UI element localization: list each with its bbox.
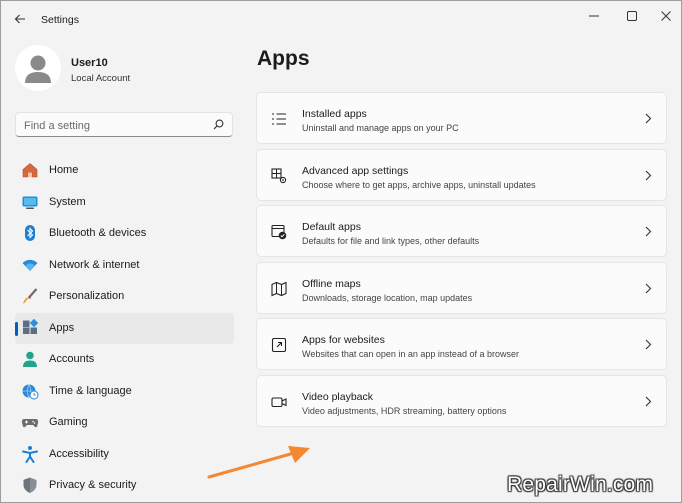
sidebar-item-label: Home xyxy=(49,164,79,176)
default-apps-icon xyxy=(270,223,288,241)
close-button[interactable] xyxy=(643,1,681,31)
card-title: Installed apps xyxy=(302,108,367,120)
card-title: Apps for websites xyxy=(302,334,385,347)
window-title: Settings xyxy=(41,14,79,26)
accounts-icon xyxy=(21,350,39,368)
card-apps-for-websites[interactable]: Apps for websites Websites that can open… xyxy=(256,318,667,371)
sidebar-item-label: Time & language xyxy=(49,384,132,397)
back-button[interactable] xyxy=(10,9,30,29)
accessibility-icon xyxy=(21,445,39,463)
sidebar-item-accounts[interactable]: Accounts xyxy=(15,344,234,376)
sidebar-item-label: Gaming xyxy=(49,416,88,428)
search-box[interactable] xyxy=(15,112,233,137)
sidebar-item-system[interactable]: System xyxy=(15,187,234,219)
title-bar: Settings xyxy=(1,1,681,37)
network-icon xyxy=(21,256,39,274)
sidebar-item-label: Network & internet xyxy=(49,258,140,271)
chevron-right-icon xyxy=(645,339,652,350)
sidebar-item-label: System xyxy=(49,195,86,208)
sidebar-item-home[interactable]: Home xyxy=(15,155,234,187)
sidebar-item-network[interactable]: Network & internet xyxy=(15,250,234,282)
chevron-right-icon xyxy=(645,283,652,294)
sidebar-nav: Home System Bluetooth & devices Network … xyxy=(15,155,234,502)
sidebar-item-label: Accounts xyxy=(49,353,95,365)
card-description: Downloads, storage location, map updates xyxy=(302,292,473,303)
account-type: Local Account xyxy=(71,73,131,84)
apps-icon xyxy=(21,318,39,337)
card-default-apps[interactable]: Default apps Defaults for file and link … xyxy=(256,205,667,258)
sidebar-item-accessibility[interactable]: Accessibility xyxy=(15,439,234,471)
settings-cards: Installed apps Uninstall and manage apps… xyxy=(256,92,667,432)
card-title: Video playback xyxy=(302,390,374,403)
chevron-right-icon xyxy=(645,396,652,407)
maximize-icon xyxy=(627,11,637,21)
card-title: Advanced app settings xyxy=(302,164,409,177)
back-arrow-icon xyxy=(14,14,25,24)
map-icon xyxy=(270,280,288,298)
sidebar-item-label: Privacy & security xyxy=(49,479,137,491)
list-icon xyxy=(270,110,288,128)
bluetooth-icon xyxy=(21,224,39,242)
page-title: Apps xyxy=(257,47,310,70)
brush-icon xyxy=(21,287,39,305)
card-description: Video adjustments, HDR streaming, batter… xyxy=(302,405,507,416)
card-description: Uninstall and manage apps on your PC xyxy=(302,123,459,133)
user-name: User10 xyxy=(71,57,108,69)
card-title: Default apps xyxy=(302,221,361,234)
avatar[interactable] xyxy=(15,45,61,91)
sidebar-item-label: Personalization xyxy=(49,290,125,302)
close-icon xyxy=(661,11,671,21)
sidebar-item-label: Accessibility xyxy=(49,447,109,460)
sidebar-item-gaming[interactable]: Gaming xyxy=(15,407,234,439)
card-installed-apps[interactable]: Installed apps Uninstall and manage apps… xyxy=(256,92,667,144)
shield-icon xyxy=(21,476,39,494)
app-gear-icon xyxy=(270,167,288,185)
minimize-icon xyxy=(589,15,599,17)
sidebar-item-privacy-security[interactable]: Privacy & security xyxy=(15,470,234,502)
card-title: Offline maps xyxy=(302,277,361,290)
card-offline-maps[interactable]: Offline maps Downloads, storage location… xyxy=(256,261,667,314)
globe-clock-icon xyxy=(21,382,39,400)
search-icon[interactable] xyxy=(213,119,224,130)
card-video-playback[interactable]: Video playback Video adjustments, HDR st… xyxy=(256,374,667,427)
user-silhouette-icon xyxy=(25,55,51,83)
card-description: Choose where to get apps, archive apps, … xyxy=(302,179,536,190)
card-description: Websites that can open in an app instead… xyxy=(302,349,519,360)
app-website-icon xyxy=(270,336,288,354)
home-icon xyxy=(21,161,39,179)
sidebar-item-label: Apps xyxy=(49,321,75,334)
watermark: RepairWin.com xyxy=(507,473,654,496)
chevron-right-icon xyxy=(645,170,652,180)
chevron-right-icon xyxy=(645,113,652,124)
sidebar-item-bluetooth[interactable]: Bluetooth & devices xyxy=(15,218,234,250)
sidebar-item-apps[interactable]: Apps xyxy=(15,312,234,344)
card-advanced-app-settings[interactable]: Advanced app settings Choose where to ge… xyxy=(256,148,667,201)
video-icon xyxy=(270,393,288,411)
selection-indicator xyxy=(15,321,18,336)
chevron-right-icon xyxy=(645,226,652,237)
sidebar-item-label: Bluetooth & devices xyxy=(49,227,147,239)
annotation-arrow xyxy=(207,446,310,479)
sidebar-item-time-language[interactable]: Time & language xyxy=(15,376,234,408)
card-description: Defaults for file and link types, other … xyxy=(302,236,480,247)
gamepad-icon xyxy=(21,413,39,431)
search-input[interactable] xyxy=(22,117,206,135)
system-icon xyxy=(21,193,39,211)
settings-window: Settings User10 Local Account Find a set… xyxy=(0,0,682,503)
sidebar-item-personalization[interactable]: Personalization xyxy=(15,281,234,313)
